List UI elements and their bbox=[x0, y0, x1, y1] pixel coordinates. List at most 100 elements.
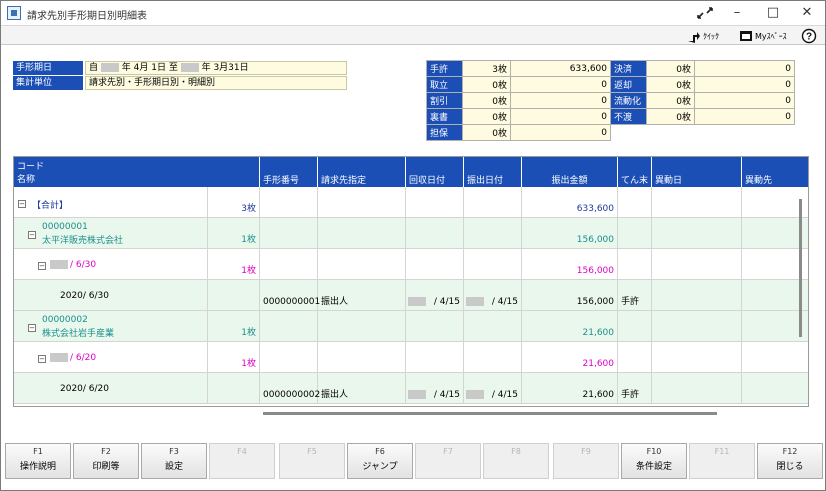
header-collect-date: 回収日付 bbox=[406, 157, 464, 187]
billing-value: 振出人 bbox=[321, 390, 349, 400]
fkey-f2[interactable]: F2 印刷等 bbox=[73, 443, 139, 479]
issue-date-value: / 4/15 bbox=[491, 297, 518, 307]
cell-issue-date bbox=[464, 342, 522, 373]
minimize-button[interactable]: – bbox=[719, 1, 755, 25]
due-to: 年 3月31日 bbox=[201, 63, 249, 73]
grid-row-due[interactable]: − / 6/30 1枚 156,000 bbox=[14, 249, 808, 280]
summary-row: 割引 0枚 0 流動化 0枚 0 bbox=[426, 92, 795, 109]
detail-due-date: 2020/ 6/30 bbox=[60, 291, 110, 301]
fkey-f7[interactable]: F7 bbox=[415, 443, 481, 479]
cell-name: 2020/ 6/30 bbox=[14, 280, 208, 311]
collapse-toggle[interactable]: − bbox=[28, 324, 36, 332]
cell-status bbox=[618, 187, 652, 218]
fkey-f10[interactable]: F10 条件設定 bbox=[621, 443, 687, 479]
cell-name: − / 6/30 bbox=[14, 249, 208, 280]
summary-amount: 0 bbox=[694, 76, 795, 93]
due-date-range[interactable]: 自 年 4月 1日 至 年 3月31日 bbox=[85, 61, 347, 75]
cell-change-date bbox=[652, 249, 742, 280]
fkey-f9[interactable]: F9 bbox=[553, 443, 619, 479]
close-button[interactable]: ✕ bbox=[789, 1, 825, 25]
cell-issue-date bbox=[464, 187, 522, 218]
fkey-label: 操作説明 bbox=[19, 462, 56, 472]
expand-button[interactable] bbox=[689, 1, 721, 25]
cell-count: 3枚 bbox=[208, 187, 260, 218]
fkey-number: F7 bbox=[443, 447, 453, 456]
cell-issue-date bbox=[464, 249, 522, 280]
cell-change-to bbox=[742, 373, 808, 404]
summary-row: 取立 0枚 0 返却 0枚 0 bbox=[426, 76, 795, 93]
grid-row-customer[interactable]: −00000001 太平洋販売株式会社 1枚 156,000 bbox=[14, 218, 808, 249]
collapse-toggle[interactable]: − bbox=[38, 262, 46, 270]
grid-row-customer[interactable]: −00000002 株式会社岩手産業 1枚 21,600 bbox=[14, 311, 808, 342]
grid-row-total[interactable]: − 【合計】 3枚 633,600 bbox=[14, 187, 808, 218]
detail-grid[interactable]: コード 名称 手形番号 請求先指定 回収日付 振出日付 振出金額 てん末 異動日… bbox=[13, 156, 809, 407]
status-value: 手許 bbox=[621, 390, 640, 400]
collapse-toggle[interactable]: − bbox=[28, 231, 36, 239]
grid-header: コード 名称 手形番号 請求先指定 回収日付 振出日付 振出金額 てん末 異動日… bbox=[14, 157, 808, 187]
fkey-number: F6 bbox=[375, 447, 385, 456]
fkey-label: 印刷等 bbox=[92, 462, 120, 472]
summary-row: 裏書 0枚 0 不渡 0枚 0 bbox=[426, 108, 795, 125]
collapse-toggle[interactable]: − bbox=[38, 355, 46, 363]
amount-value: 21,600 bbox=[582, 328, 615, 338]
summary-count: 0枚 bbox=[646, 76, 695, 93]
fkey-f4[interactable]: F4 bbox=[209, 443, 275, 479]
cell-amount: 21,600 bbox=[522, 311, 618, 342]
grid-row-detail[interactable]: 2020/ 6/30 0000000001 振出人 / 4/15 / 4/15 156,0… bbox=[14, 280, 808, 311]
fkey-f3[interactable]: F3 設定 bbox=[141, 443, 207, 479]
cell-billing: 振出人 bbox=[318, 280, 406, 311]
help-button[interactable]: ? bbox=[801, 28, 819, 44]
header-change-date: 異動日 bbox=[652, 157, 742, 187]
cell-change-date bbox=[652, 187, 742, 218]
amount-value: 156,000 bbox=[576, 297, 614, 307]
collect-date-value: / 4/15 bbox=[433, 390, 460, 400]
fkey-label: 設定 bbox=[164, 462, 183, 472]
cell-billing bbox=[318, 342, 406, 373]
cell-issue-date bbox=[464, 311, 522, 342]
fkey-f1[interactable]: F1 操作説明 bbox=[5, 443, 71, 479]
cell-issue-date bbox=[464, 218, 522, 249]
close-icon: ✕ bbox=[801, 5, 813, 20]
count-value: 1枚 bbox=[241, 235, 256, 245]
amount-value: 21,600 bbox=[582, 390, 615, 400]
title-bar: 請求先別手形期日別明細表 – □ ✕ bbox=[1, 1, 825, 25]
redacted-year bbox=[180, 63, 199, 72]
cell-name: − 【合計】 bbox=[14, 187, 208, 218]
cell-change-date bbox=[652, 373, 742, 404]
note-no-value: 0000000001 bbox=[263, 297, 321, 307]
header-note-no: 手形番号 bbox=[260, 157, 318, 187]
amount-value: 156,000 bbox=[576, 266, 614, 276]
customer-code: 00000002 bbox=[42, 315, 88, 325]
amount-value: 156,000 bbox=[576, 235, 614, 245]
redacted-year bbox=[466, 297, 484, 306]
fkey-f8[interactable]: F8 bbox=[483, 443, 549, 479]
quick-button[interactable]: ｸｲｯｸ bbox=[687, 28, 719, 44]
myspace-icon bbox=[740, 31, 752, 41]
fkey-f6[interactable]: F6 ジャンプ bbox=[347, 443, 413, 479]
summary-amount: 0 bbox=[510, 124, 611, 141]
cell-status bbox=[618, 311, 652, 342]
maximize-button[interactable]: □ bbox=[755, 1, 791, 25]
fkey-f5[interactable]: F5 bbox=[279, 443, 345, 479]
expand-icon bbox=[697, 7, 713, 19]
summary-amount: 0 bbox=[694, 60, 795, 77]
cell-collect-date bbox=[406, 249, 464, 280]
myspace-button[interactable]: Myｽﾍﾟｰｽ bbox=[739, 28, 787, 44]
summary-count: 0枚 bbox=[462, 76, 511, 93]
horizontal-scrollbar[interactable] bbox=[263, 412, 717, 415]
note-no-value: 0000000002 bbox=[263, 390, 321, 400]
due-from: 年 4月 1日 bbox=[121, 63, 166, 73]
fkey-number: F9 bbox=[581, 447, 591, 456]
summary-count: 0枚 bbox=[462, 124, 511, 141]
fkey-f12[interactable]: F12 閉じる bbox=[757, 443, 823, 479]
summary-amount: 633,600 bbox=[510, 60, 611, 77]
collapse-toggle[interactable]: − bbox=[18, 200, 26, 208]
vertical-scrollbar[interactable] bbox=[799, 199, 802, 337]
cell-status bbox=[618, 249, 652, 280]
help-icon: ? bbox=[801, 28, 817, 44]
grid-row-due[interactable]: − / 6/20 1枚 21,600 bbox=[14, 342, 808, 373]
cell-change-date bbox=[652, 218, 742, 249]
grid-row-detail[interactable]: 2020/ 6/20 0000000002 振出人 / 4/15 / 4/15 21,60… bbox=[14, 373, 808, 404]
fkey-f11[interactable]: F11 bbox=[689, 443, 755, 479]
count-value: 1枚 bbox=[241, 328, 256, 338]
